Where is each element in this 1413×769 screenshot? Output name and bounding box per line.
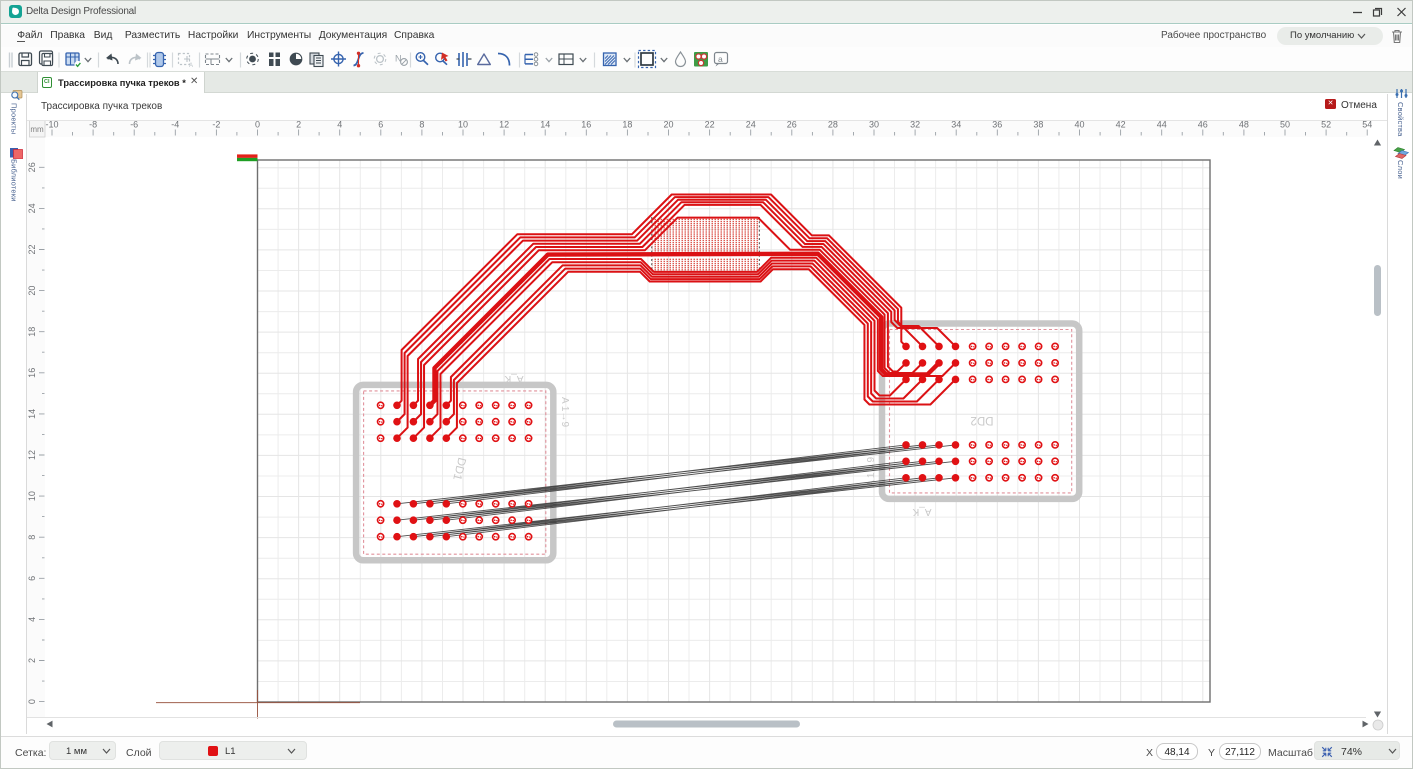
svg-text:0: 0 <box>27 699 37 704</box>
svg-text:6: 6 <box>378 120 383 130</box>
svg-text:-6: -6 <box>130 120 138 130</box>
svg-text:30: 30 <box>869 120 879 130</box>
svg-text:18: 18 <box>622 120 632 130</box>
svg-text:54: 54 <box>1362 120 1372 130</box>
svg-text:36: 36 <box>992 120 1002 130</box>
svg-text:20: 20 <box>27 286 37 296</box>
svg-text:22: 22 <box>705 120 715 130</box>
svg-text:32: 32 <box>910 120 920 130</box>
svg-text:52: 52 <box>1321 120 1331 130</box>
svg-text:50: 50 <box>1280 120 1290 130</box>
svg-text:34: 34 <box>951 120 961 130</box>
svg-text:-10: -10 <box>45 120 58 130</box>
svg-text:38: 38 <box>1033 120 1043 130</box>
svg-text:16: 16 <box>581 120 591 130</box>
svg-text:2: 2 <box>27 658 37 663</box>
svg-text:A 1→9: A 1→9 <box>559 397 570 427</box>
svg-text:A_K: A_K <box>504 373 523 384</box>
svg-text:26: 26 <box>27 162 37 172</box>
svg-text:20: 20 <box>663 120 673 130</box>
svg-text:A_K: A_K <box>912 506 931 517</box>
svg-text:26: 26 <box>787 120 797 130</box>
svg-text:46: 46 <box>1198 120 1208 130</box>
svg-text:12: 12 <box>27 450 37 460</box>
svg-text:-8: -8 <box>89 120 97 130</box>
svg-text:18: 18 <box>27 327 37 337</box>
svg-text:a: a <box>718 54 723 64</box>
svg-text:8: 8 <box>27 535 37 540</box>
svg-text:-4: -4 <box>171 120 179 130</box>
svg-text:10: 10 <box>458 120 468 130</box>
svg-text:2: 2 <box>296 120 301 130</box>
svg-text:4: 4 <box>27 617 37 622</box>
svg-text:14: 14 <box>27 409 37 419</box>
svg-text:28: 28 <box>828 120 838 130</box>
svg-text:48: 48 <box>1239 120 1249 130</box>
svg-text:44: 44 <box>1157 120 1167 130</box>
svg-text:12: 12 <box>499 120 509 130</box>
svg-text:10: 10 <box>27 491 37 501</box>
svg-text:A: A <box>189 63 193 69</box>
svg-text:8: 8 <box>419 120 424 130</box>
svg-text:22: 22 <box>27 244 37 254</box>
svg-text:4: 4 <box>337 120 342 130</box>
svg-text:24: 24 <box>27 203 37 213</box>
svg-text:14: 14 <box>540 120 550 130</box>
svg-text:24: 24 <box>746 120 756 130</box>
svg-text:42: 42 <box>1116 120 1126 130</box>
svg-text:40: 40 <box>1074 120 1084 130</box>
svg-text:DD2: DD2 <box>970 414 993 426</box>
svg-text:6: 6 <box>27 576 37 581</box>
svg-text:-2: -2 <box>212 120 220 130</box>
svg-text:0: 0 <box>255 120 260 130</box>
svg-text:mm: mm <box>30 125 44 134</box>
svg-text:16: 16 <box>27 368 37 378</box>
